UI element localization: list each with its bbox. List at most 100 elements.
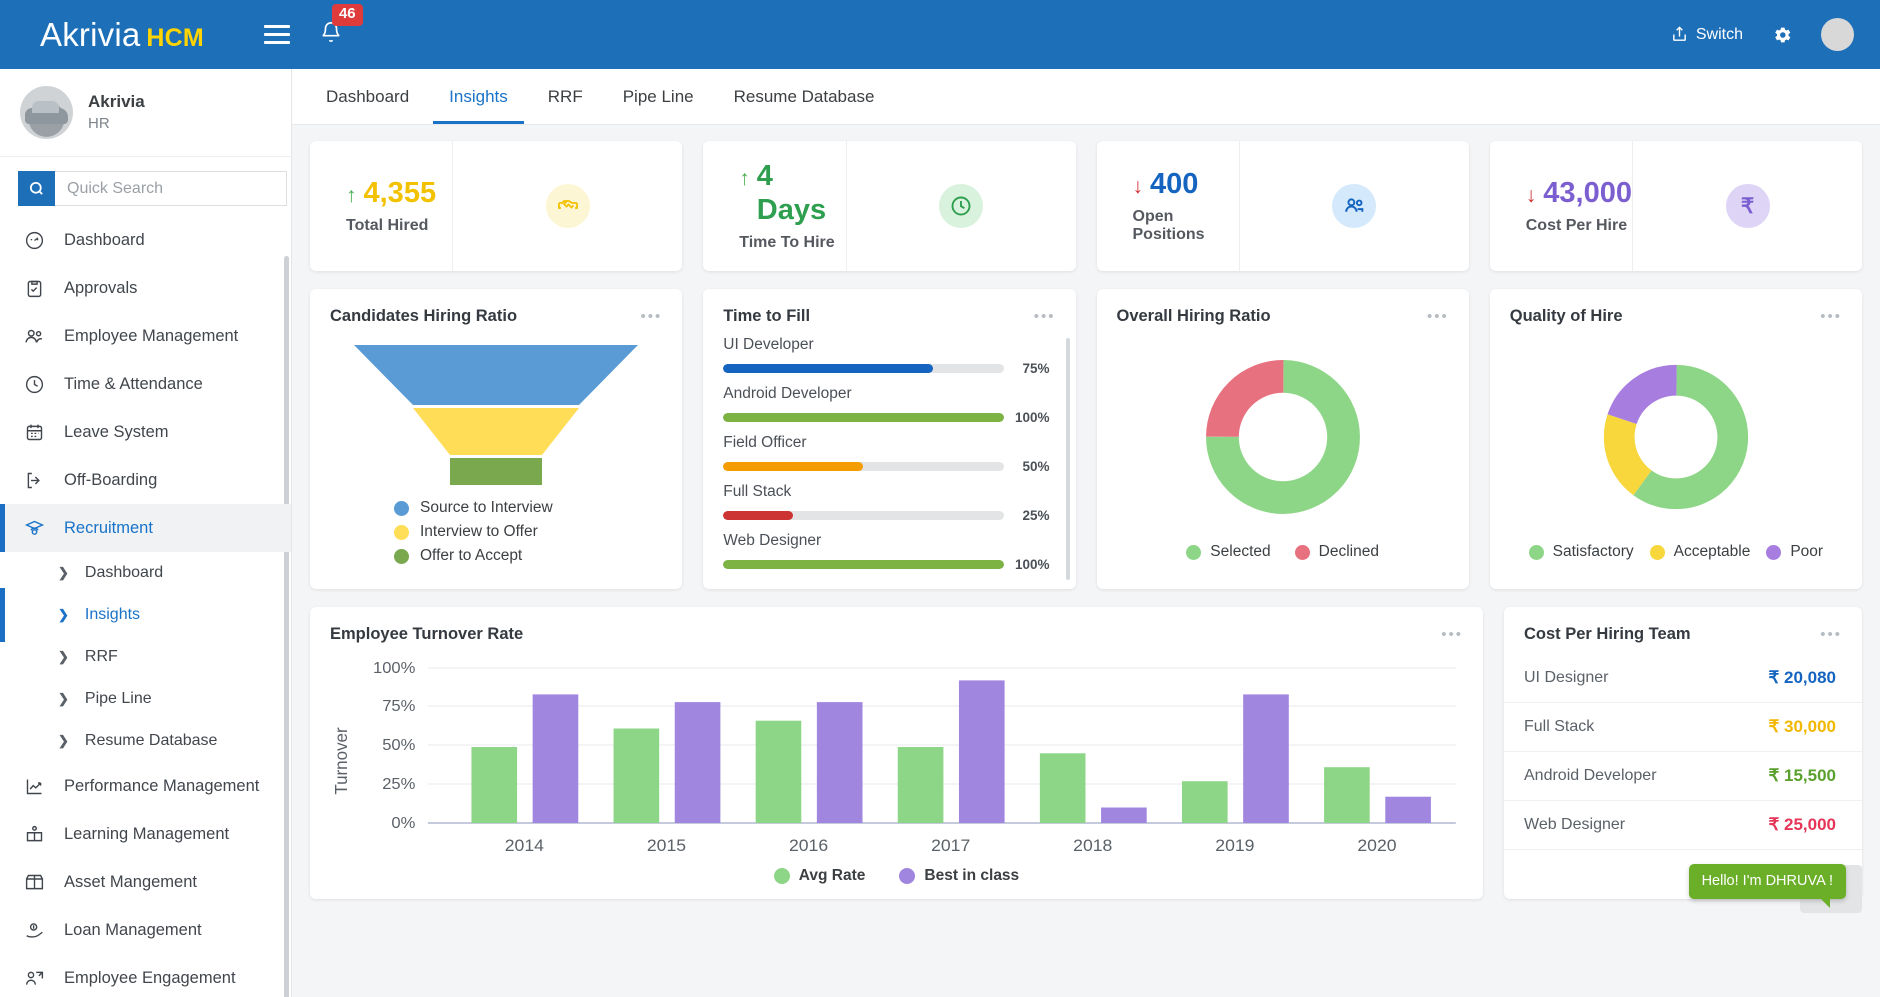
- search-input[interactable]: [55, 171, 287, 206]
- progress-value: 100%: [1014, 410, 1050, 425]
- notifications-button[interactable]: 46: [320, 4, 363, 49]
- progress-value: 75%: [1022, 361, 1050, 376]
- switch-button[interactable]: Switch: [1671, 26, 1743, 44]
- kpi-icon-area: ₹: [1632, 141, 1862, 271]
- sidebar-item-dashboard[interactable]: Dashboard: [0, 216, 291, 264]
- cost-row[interactable]: Web Designer ₹ 25,000: [1504, 801, 1862, 850]
- progress-row: 100%: [723, 557, 1050, 572]
- cost-row[interactable]: Android Developer ₹ 15,500: [1504, 752, 1862, 801]
- gear-icon[interactable]: [1771, 24, 1793, 46]
- sidebar-item-off-boarding[interactable]: Off-Boarding: [0, 456, 291, 504]
- notification-badge: 46: [331, 4, 363, 26]
- cost-row[interactable]: UI Designer ₹ 20,080: [1504, 654, 1862, 703]
- sidebar-item-label: Leave System: [64, 422, 169, 441]
- time-to-fill-scrollbar[interactable]: [1065, 338, 1070, 580]
- user-avatar[interactable]: [1821, 18, 1854, 51]
- time-to-fill-row: Android Developer 100%: [723, 385, 1050, 425]
- app-root: Akrivia HCM 46 Switch Akrivia HR Quick S…: [0, 0, 1880, 997]
- sidebar-subitem-rrf[interactable]: ❯ RRF: [0, 636, 291, 678]
- time-to-fill-row: UI Developer 75%: [723, 336, 1050, 376]
- panel-time-to-fill: Time to Fill ••• UI Developer 75% Androi…: [703, 289, 1076, 589]
- quick-search-row: [0, 157, 291, 216]
- tab-dashboard[interactable]: Dashboard: [310, 69, 425, 124]
- legend-item: Offer to Accept: [394, 547, 522, 565]
- progress-track: [723, 364, 1004, 373]
- progress-row: 50%: [723, 459, 1050, 474]
- kpi-label: Time To Hire: [739, 233, 835, 251]
- search-button[interactable]: [18, 171, 55, 206]
- sidebar-item-employee-engagement[interactable]: Employee Engagement: [0, 954, 291, 997]
- sidebar-item-time-attendance[interactable]: Time & Attendance: [0, 360, 291, 408]
- legend-item: Source to Interview: [394, 499, 553, 517]
- legend-item: Acceptable: [1649, 543, 1750, 561]
- sidebar-item-learning-management[interactable]: Learning Management: [0, 810, 291, 858]
- donut-slice-poor: [1603, 364, 1749, 509]
- cost-amount: ₹ 25,000: [1768, 815, 1836, 834]
- legend-item: Selected: [1186, 543, 1271, 561]
- sidebar-item-label: Time & Attendance: [64, 374, 203, 393]
- chevron-right-icon: ❯: [58, 607, 69, 622]
- donut-chart-quality-of-hire: [1490, 330, 1862, 543]
- panel-menu-icon[interactable]: •••: [1820, 627, 1842, 642]
- sidebar-item-loan-management[interactable]: Loan Management: [0, 906, 291, 954]
- progress-fill: [723, 560, 1004, 569]
- sidebar-subitem-pipe-line[interactable]: ❯ Pipe Line: [0, 678, 291, 720]
- role-label: Android Developer: [723, 385, 852, 402]
- search-icon: [29, 181, 43, 195]
- x-tick-label: 2017: [931, 835, 970, 855]
- bar-best-in-class-2014: [532, 694, 579, 823]
- kpi-card-total-hired[interactable]: ↑ 4,355 Total Hired: [310, 141, 683, 271]
- chevron-right-icon: ❯: [58, 649, 69, 664]
- sidebar-item-label: Performance Management: [64, 776, 260, 795]
- sidebar-profile[interactable]: Akrivia HR: [0, 69, 291, 157]
- tab-pipe-line[interactable]: Pipe Line: [607, 69, 710, 124]
- kpi-card-time-to-hire[interactable]: ↑ 4 Days Time To Hire: [703, 141, 1076, 271]
- panel-menu-icon[interactable]: •••: [1427, 309, 1449, 324]
- legend-item: Avg Rate: [773, 867, 865, 885]
- sidebar-item-label: Approvals: [64, 278, 138, 297]
- panel-menu-icon[interactable]: •••: [1820, 309, 1842, 324]
- panel-menu-icon[interactable]: •••: [1034, 309, 1056, 324]
- kpi-value-row: ↓ 43,000: [1526, 177, 1632, 210]
- bar-best-in-class-2018: [1101, 807, 1147, 823]
- progress-track: [723, 413, 1004, 422]
- kpi-value: 43,000: [1543, 176, 1632, 209]
- legend-label: Satisfactory: [1552, 543, 1634, 560]
- cost-row[interactable]: Full Stack ₹ 30,000: [1504, 703, 1862, 752]
- sidebar-item-recruitment[interactable]: Recruitment: [0, 504, 291, 552]
- tab-insights[interactable]: Insights: [433, 69, 524, 124]
- charts-row: Candidates Hiring Ratio ••• Source to In…: [310, 289, 1862, 589]
- top-bar-right: Switch: [1671, 18, 1854, 51]
- kpi-card-open-positions[interactable]: ↓ 400 Open Positions: [1096, 141, 1469, 271]
- sidebar-item-employee-management[interactable]: Employee Management: [0, 312, 291, 360]
- sidebar-item-performance-management[interactable]: Performance Management: [0, 762, 291, 810]
- time-to-fill-row: Full Stack 25%: [723, 483, 1050, 523]
- sidebar-item-label: Off-Boarding: [64, 470, 158, 489]
- panel-menu-icon[interactable]: •••: [1441, 627, 1463, 642]
- chart-line-icon: [22, 774, 46, 798]
- sidebar-subitem-label: Pipe Line: [84, 690, 152, 707]
- sidebar-item-asset-mangement[interactable]: Asset Mangement: [0, 858, 291, 906]
- bar-best-in-class-2016: [816, 702, 863, 823]
- kpi-text: ↓ 43,000 Cost Per Hire: [1490, 177, 1632, 235]
- kpi-card-cost-per-hire[interactable]: ↓ 43,000 Cost Per Hire ₹: [1489, 141, 1862, 271]
- sidebar-subitem-resume-database[interactable]: ❯ Resume Database: [0, 720, 291, 762]
- panel-menu-icon[interactable]: •••: [640, 309, 662, 324]
- panel-title: Overall Hiring Ratio: [1116, 307, 1271, 325]
- sidebar-item-approvals[interactable]: Approvals: [0, 264, 291, 312]
- y-tick-label: 50%: [382, 736, 415, 754]
- legend-color-dot: [394, 548, 409, 564]
- profile-name: Akrivia: [88, 91, 145, 111]
- chat-widget-bubble[interactable]: Hello! I'm DHRUVA !: [1688, 864, 1846, 908]
- chevron-right-icon: ❯: [58, 733, 69, 748]
- hamburger-menu-icon[interactable]: [263, 25, 290, 44]
- tab-resume-database[interactable]: Resume Database: [718, 69, 891, 124]
- sidebar-subitem-dashboard[interactable]: ❯ Dashboard: [0, 552, 291, 594]
- legend-item: Interview to Offer: [394, 523, 538, 541]
- legend-color-dot: [899, 868, 916, 884]
- sidebar-subitem-insights[interactable]: ❯ Insights: [0, 588, 291, 642]
- box-icon: [22, 870, 46, 894]
- tab-rrf[interactable]: RRF: [532, 69, 599, 124]
- sidebar-item-leave-system[interactable]: Leave System: [0, 408, 291, 456]
- progress-track: [723, 511, 1004, 520]
